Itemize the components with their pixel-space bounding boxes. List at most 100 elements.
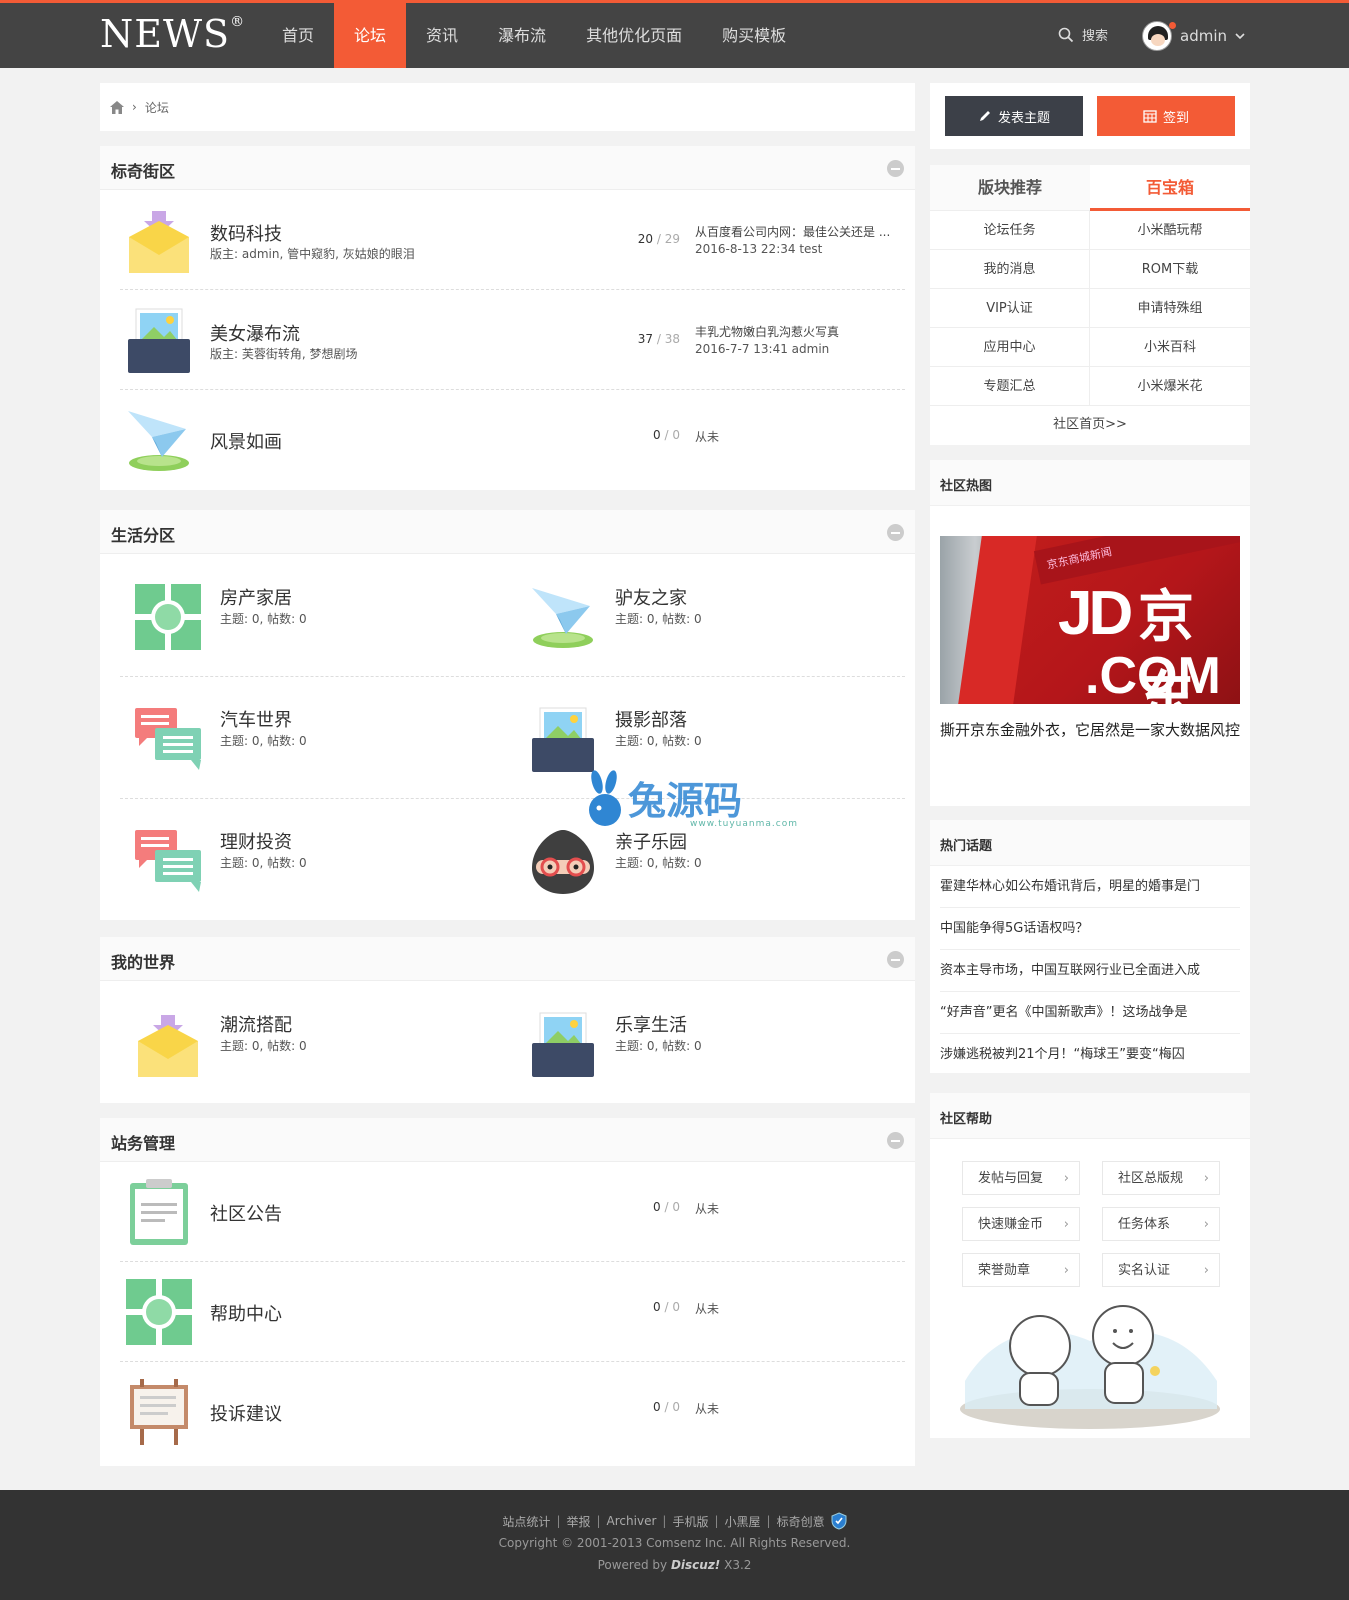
- last-post-title[interactable]: 从百度看公司内网：最佳公关还是 ...: [695, 223, 895, 240]
- footer-link[interactable]: Archiver: [607, 1514, 657, 1528]
- forum-count: 37 / 38: [637, 332, 680, 346]
- forum-grid-item[interactable]: 理财投资 主题: 0, 帖数: 0: [100, 798, 490, 918]
- footer-link[interactable]: 小黑屋: [725, 1513, 761, 1530]
- user-menu[interactable]: admin: [1142, 21, 1245, 51]
- forum-name[interactable]: 乐享生活: [615, 1011, 687, 1037]
- tab-board-recommend[interactable]: 版块推荐: [930, 165, 1090, 211]
- forum-row[interactable]: 数码科技 版主: admin, 管中窥豹, 灰姑娘的眼泪 20 / 29 从百度…: [120, 190, 905, 290]
- community-home-link[interactable]: 社区首页>>: [930, 406, 1250, 444]
- cartoon-illustration: [960, 1305, 1220, 1429]
- help-link[interactable]: 快速赚金币 ›: [962, 1207, 1080, 1241]
- copyright: Copyright © 2001-2013 Comsenz Inc. All R…: [498, 1536, 851, 1550]
- forum-grid-item[interactable]: 潮流搭配 主题: 0, 帖数: 0: [100, 981, 490, 1101]
- section-header-1: 标奇街区: [100, 146, 915, 190]
- envelope-icon: [138, 1015, 198, 1077]
- rec-link[interactable]: 小米爆米花: [1090, 367, 1250, 406]
- forum-grid-item[interactable]: 汽车世界 主题: 0, 帖数: 0: [100, 676, 490, 796]
- help-link[interactable]: 荣誉勋章 ›: [962, 1253, 1080, 1287]
- footer-link[interactable]: 举报: [566, 1513, 590, 1530]
- hot-topic-link[interactable]: 资本主导市场，中国互联网行业已全面进入成: [940, 950, 1240, 992]
- rec-link[interactable]: 申请特殊组: [1090, 289, 1250, 328]
- forum-name[interactable]: 数码科技: [210, 220, 282, 246]
- shield-icon[interactable]: [831, 1512, 847, 1530]
- hot-topic-link[interactable]: 霍建华林心如公布婚讯背后，明星的婚事是门: [940, 866, 1240, 908]
- nav-waterfall[interactable]: 瀑布流: [478, 3, 566, 68]
- nav-news[interactable]: 资讯: [406, 3, 478, 68]
- forum-name[interactable]: 美女瀑布流: [210, 320, 300, 346]
- chevron-right-icon: ›: [1203, 1263, 1209, 1278]
- breadcrumb-separator: ›: [132, 100, 137, 114]
- hot-topic-link[interactable]: 涉嫌逃税被判21个月！“梅球王”要变“梅囚: [940, 1034, 1240, 1076]
- collapse-icon[interactable]: [887, 160, 904, 177]
- panel-header: 社区帮助: [930, 1093, 1250, 1139]
- help-link[interactable]: 发帖与回复 ›: [962, 1161, 1080, 1195]
- rec-link[interactable]: 小米百科: [1090, 328, 1250, 367]
- forum-name[interactable]: 帮助中心: [210, 1300, 282, 1326]
- last-post-title[interactable]: 丰乳尤物嫩白乳沟惹火写真: [695, 323, 895, 340]
- help-link[interactable]: 社区总版规 ›: [1102, 1161, 1220, 1195]
- forum-row[interactable]: 投诉建议 0 / 0 从未: [120, 1362, 905, 1462]
- forum-row[interactable]: 社区公告 0 / 0 从未: [120, 1162, 905, 1262]
- last-post-none: 从未: [695, 1302, 720, 1316]
- forum-name[interactable]: 理财投资: [220, 828, 292, 854]
- forum-grid-item[interactable]: 驴友之家 主题: 0, 帖数: 0: [495, 554, 885, 674]
- forum-count: 0 / 0: [653, 1400, 680, 1414]
- panel-header: 热门话题: [930, 820, 1250, 866]
- collapse-icon[interactable]: [887, 951, 904, 968]
- hot-pic-caption[interactable]: 撕开京东金融外衣，它居然是一家大数据风控: [940, 716, 1240, 744]
- help-link[interactable]: 实名认证 ›: [1102, 1253, 1220, 1287]
- forum-grid-item[interactable]: 房产家居 主题: 0, 帖数: 0: [100, 554, 490, 674]
- nav-forum[interactable]: 论坛: [334, 3, 407, 68]
- help-panel: 社区帮助 发帖与回复 › 社区总版规 › 快速赚金币 › 任务体系 › 荣誉勋章 › 实名…: [930, 1093, 1250, 1438]
- forum-name[interactable]: 摄影部落: [615, 706, 687, 732]
- rec-link[interactable]: 小米酷玩帮: [1090, 211, 1250, 250]
- chevron-right-icon: ›: [1203, 1171, 1209, 1186]
- puzzle-icon: [135, 584, 201, 650]
- site-logo[interactable]: NEWS®: [100, 12, 245, 56]
- nav-home[interactable]: 首页: [262, 3, 334, 68]
- section-header-3: 我的世界: [100, 937, 915, 981]
- hot-topic-link[interactable]: “好声音”更名《中国新歌声》！这场战争是: [940, 992, 1240, 1034]
- forum-name[interactable]: 房产家居: [220, 584, 292, 610]
- collapse-icon[interactable]: [887, 524, 904, 541]
- chat-icon: [135, 708, 201, 770]
- sign-in-button[interactable]: 签到: [1097, 96, 1235, 136]
- forum-stats: 主题: 0, 帖数: 0: [220, 856, 307, 870]
- nav-buy-template[interactable]: 购买模板: [702, 3, 806, 68]
- rec-link[interactable]: 我的消息: [930, 250, 1090, 289]
- footer-link[interactable]: 标奇创意: [777, 1513, 825, 1530]
- main-nav: 首页 论坛 资讯 瀑布流 其他优化页面 购买模板: [262, 3, 806, 68]
- new-thread-button[interactable]: 发表主题: [945, 96, 1083, 136]
- hot-pic-image[interactable]: 京东商城新闻 JD 京东 .COM: [940, 536, 1240, 704]
- footer-link[interactable]: 站点统计: [502, 1513, 550, 1530]
- home-icon[interactable]: [110, 100, 124, 114]
- breadcrumb-current[interactable]: 论坛: [145, 99, 169, 116]
- chevron-right-icon: ›: [1203, 1217, 1209, 1232]
- footer-link[interactable]: 手机版: [672, 1513, 708, 1530]
- forum-name[interactable]: 汽车世界: [220, 706, 292, 732]
- avatar[interactable]: [1142, 21, 1172, 51]
- forum-row[interactable]: 风景如画 0 / 0 从未: [120, 390, 905, 490]
- collapse-icon[interactable]: [887, 1132, 904, 1149]
- rec-link[interactable]: 论坛任务: [930, 211, 1090, 250]
- rec-link[interactable]: ROM下载: [1090, 250, 1250, 289]
- forum-grid-item[interactable]: 乐享生活 主题: 0, 帖数: 0: [495, 981, 885, 1101]
- forum-row[interactable]: 美女瀑布流 版主: 芙蓉街转角, 梦想剧场 37 / 38 丰乳尤物嫩白乳沟惹火…: [120, 290, 905, 390]
- forum-name[interactable]: 投诉建议: [210, 1400, 282, 1426]
- help-link[interactable]: 任务体系 ›: [1102, 1207, 1220, 1241]
- rec-link[interactable]: 应用中心: [930, 328, 1090, 367]
- forum-count: 0 / 0: [653, 1200, 680, 1214]
- nav-other-pages[interactable]: 其他优化页面: [566, 3, 702, 68]
- forum-name[interactable]: 潮流搭配: [220, 1011, 292, 1037]
- forum-name[interactable]: 驴友之家: [615, 584, 687, 610]
- forum-row[interactable]: 帮助中心 0 / 0 从未: [120, 1262, 905, 1362]
- hot-topic-link[interactable]: 中国能争得5G话语权吗？: [940, 908, 1240, 950]
- header-search[interactable]: 搜索: [1058, 25, 1108, 44]
- hot-topics-panel: 热门话题 霍建华林心如公布婚讯背后，明星的婚事是门 中国能争得5G话语权吗？ 资…: [930, 820, 1250, 1073]
- rec-link[interactable]: 专题汇总: [930, 367, 1090, 406]
- tab-toolbox[interactable]: 百宝箱: [1090, 165, 1250, 211]
- forum-name[interactable]: 亲子乐园: [615, 828, 687, 854]
- forum-name[interactable]: 社区公告: [210, 1200, 282, 1226]
- forum-name[interactable]: 风景如画: [210, 428, 282, 454]
- rec-link[interactable]: VIP认证: [930, 289, 1090, 328]
